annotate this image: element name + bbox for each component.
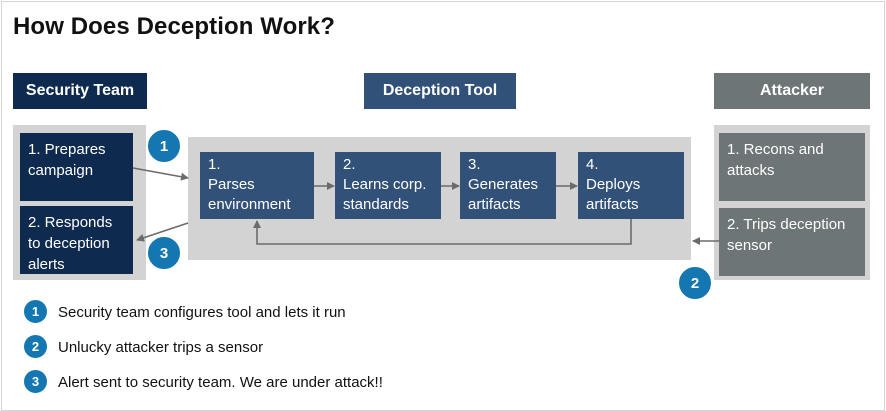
legend-text-3: Alert sent to security team. We are unde… <box>58 374 383 391</box>
legend-number-3: 3 <box>22 368 49 395</box>
arrow-loop-back <box>253 219 632 245</box>
marker-circle-3: 3 <box>146 235 182 271</box>
legend-number-2: 2 <box>22 333 49 360</box>
legend-number-1: 1 <box>22 298 49 325</box>
slide: How Does Deception Work? Security Team D… <box>0 0 886 411</box>
marker-circle-1: 1 <box>146 128 182 164</box>
arrow-prepare-to-tool <box>132 167 189 181</box>
legend-text-2: Unlucky attacker trips a sensor <box>58 339 264 356</box>
marker-circle-2: 2 <box>677 265 713 301</box>
legend-text-1: Security team configures tool and lets i… <box>58 304 346 321</box>
